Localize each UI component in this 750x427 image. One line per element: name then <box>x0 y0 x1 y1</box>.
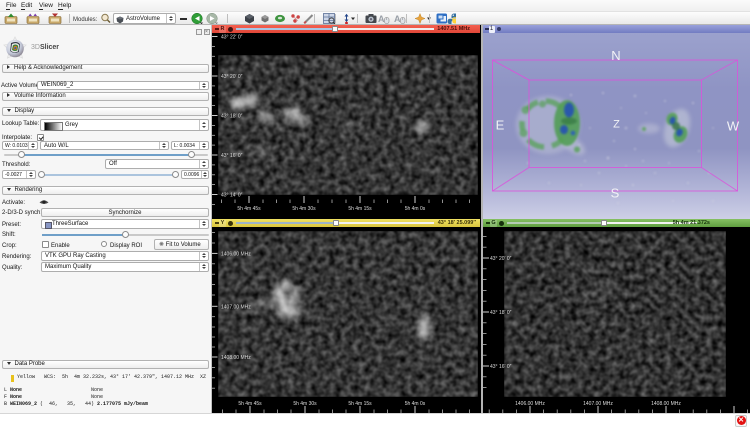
svg-text:5h 4m 45s: 5h 4m 45s <box>237 206 261 212</box>
svg-text:1408.00 MHz: 1408.00 MHz <box>651 401 681 407</box>
svg-text:A: A <box>378 14 385 24</box>
svg-text:Z: Z <box>613 119 620 131</box>
svg-text:E: E <box>496 118 505 133</box>
svg-text:N: N <box>611 48 620 63</box>
svg-text:W: W <box>727 119 740 134</box>
svg-text:1408.00 MHz: 1408.00 MHz <box>221 355 251 361</box>
svg-text:5h 4m 15s: 5h 4m 15s <box>348 206 372 212</box>
svg-text:43° 14′ 0″: 43° 14′ 0″ <box>221 193 243 199</box>
svg-text:43° 16′ 0″: 43° 16′ 0″ <box>221 153 243 159</box>
svg-text:S: S <box>611 186 620 201</box>
svg-text:5h 4m 0s: 5h 4m 0s <box>405 206 426 212</box>
svg-text:43° 16′ 0″: 43° 16′ 0″ <box>490 364 512 370</box>
svg-text:5h 4m 30s: 5h 4m 30s <box>292 206 316 212</box>
svg-text:43° 18′ 0″: 43° 18′ 0″ <box>221 114 243 120</box>
svg-text:5h 4m 45s: 5h 4m 45s <box>238 401 262 407</box>
svg-text:1406.00 MHz: 1406.00 MHz <box>515 401 545 407</box>
svg-text:43° 22′ 0″: 43° 22′ 0″ <box>221 35 243 41</box>
svg-text:1407.00 MHz: 1407.00 MHz <box>221 304 251 310</box>
svg-text:1406.00 MHz: 1406.00 MHz <box>221 251 251 257</box>
svg-text:5h 4m 30s: 5h 4m 30s <box>293 401 317 407</box>
svg-text:43° 20′ 0″: 43° 20′ 0″ <box>221 74 243 80</box>
svg-text:5h 4m 15s: 5h 4m 15s <box>348 401 372 407</box>
svg-text:1407.00 MHz: 1407.00 MHz <box>583 401 613 407</box>
svg-text:43° 20′ 0″: 43° 20′ 0″ <box>490 256 512 262</box>
svg-text:5h 4m 0s: 5h 4m 0s <box>405 401 426 407</box>
svg-text:43° 18′ 0″: 43° 18′ 0″ <box>490 310 512 316</box>
svg-text:A: A <box>394 14 401 24</box>
